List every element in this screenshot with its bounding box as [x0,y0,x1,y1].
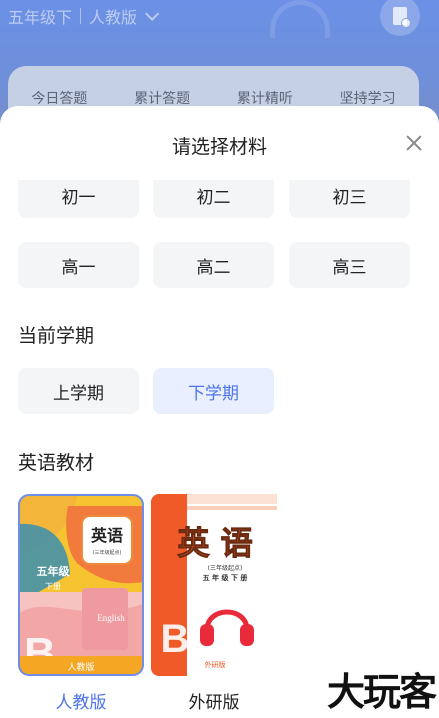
watermark-logo: 大玩客 [326,669,437,714]
grade-chip-gao3[interactable]: 高三 [289,242,410,288]
semester-chip-second[interactable]: 下学期 [153,368,274,414]
divider [80,8,82,24]
grade-chip-chu2[interactable]: 初二 [153,180,274,218]
grade-chip-gao1[interactable]: 高一 [18,242,139,288]
pep-cover-grade: 五年级 [37,564,71,578]
grade-chip-gao2[interactable]: 高二 [153,242,274,288]
sheet-title: 请选择材料 [171,136,267,158]
textbook-section-label: 英语教材 [18,452,95,474]
fltrp-cover-subtitle: (三年级起点) [208,564,243,572]
textbook-pep-cover[interactable]: B 英语 (三年级起点) 五年级 下册 English 人教版 [18,494,144,676]
chevron-down-icon [145,6,160,21]
edition-label: 人教版 [89,8,138,27]
grade-chip-chu1[interactable]: 初一 [18,180,139,218]
fltrp-cover-title: 英 语 [177,524,252,562]
fltrp-cover-grade: 五 年 级 下 册 [203,573,248,582]
fltrp-cover-image: 英 语 (三年级起点) 五 年 级 下 册 B 外研版 [151,494,277,676]
pep-cover-volume: 下册 [45,582,61,591]
document-icon [393,7,411,28]
pep-cover-english-word: English [97,613,125,623]
headphone-decoration-icon [270,0,330,38]
fltrp-cover-footer: 外研版 [205,660,226,669]
pep-cover-subtitle: (三年级起点) [93,549,122,556]
semester-section-label: 当前学期 [18,325,95,347]
document-button [380,0,420,36]
textbook-pep-label[interactable]: 人教版 [18,688,144,713]
grade-label: 五年级下 [8,8,73,27]
svg-text:B: B [161,617,190,661]
pep-cover-image: B 英语 (三年级起点) 五年级 下册 English 人教版 [18,494,144,676]
grade-selector: 五年级下 人教版 [8,4,160,28]
close-icon[interactable] [405,134,423,152]
pep-cover-footer: 人教版 [67,661,94,673]
picker-scroll-area[interactable]: 初一 初二 初三 高一 高二 高三 当前学期 上学期 下学期 英语教材 B 英语… [0,180,439,718]
material-picker-sheet: 请选择材料 初一 初二 初三 高一 高二 高三 当前学期 上学期 下学期 英语教… [0,106,439,718]
textbook-fltrp-cover[interactable]: 英 语 (三年级起点) 五 年 级 下 册 B 外研版 [151,494,277,676]
textbook-fltrp-label[interactable]: 外研版 [151,688,277,713]
semester-chip-first[interactable]: 上学期 [18,368,139,414]
pep-cover-title: 英语 [90,526,123,545]
grade-chip-chu3[interactable]: 初三 [289,180,410,218]
